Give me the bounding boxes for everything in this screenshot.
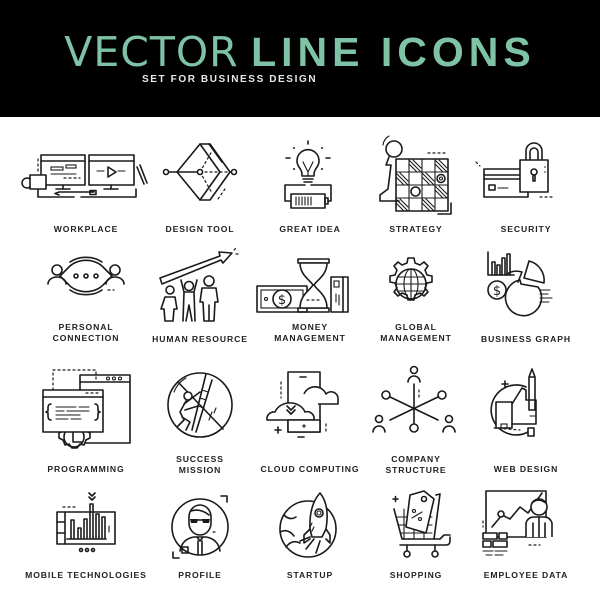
global-management-icon xyxy=(389,257,433,301)
mobile-technologies-icon xyxy=(56,492,116,553)
startup-icon xyxy=(279,492,337,558)
icon-label: SECURITY xyxy=(500,224,552,234)
banner-title: VECTOR LINE ICONS xyxy=(0,30,600,74)
great-idea-icon xyxy=(284,140,332,209)
label-line-1: PERSONAL xyxy=(58,322,114,332)
personal-connection-icon xyxy=(47,256,125,296)
shopping-icon xyxy=(392,490,451,558)
banner-subtitle: SET FOR BUSINESS DESIGN xyxy=(142,74,318,85)
svg-text:$: $ xyxy=(493,284,501,299)
label-line-1: GLOBAL xyxy=(395,322,437,332)
programming-icon xyxy=(42,369,131,449)
company-structure-icon xyxy=(372,365,456,433)
money-management-icon: $ xyxy=(256,258,349,313)
security-icon xyxy=(475,142,555,198)
icon-label: WEB DESIGN xyxy=(493,464,559,474)
banner-header: VECTOR LINE ICONS SET FOR BUSINESS DESIG… xyxy=(0,0,600,117)
employee-data-icon xyxy=(482,490,553,556)
workplace-icon xyxy=(21,154,148,198)
title-light: VECTOR xyxy=(64,28,239,76)
profile-icon xyxy=(171,495,229,559)
icon-label: BUSINESS GRAPH xyxy=(481,334,571,344)
web-design-icon xyxy=(490,368,537,437)
cloud-computing-icon xyxy=(266,371,339,438)
success-mission-icon xyxy=(167,372,233,438)
icon-label: EMPLOYEE DATA xyxy=(483,570,569,580)
title-bold: LINE ICONS xyxy=(251,29,536,75)
design-tool-icon xyxy=(162,143,238,201)
svg-text:$: $ xyxy=(278,293,286,308)
strategy-icon xyxy=(379,135,452,215)
business-graph-icon: $ xyxy=(487,251,553,317)
icon-grid: WORKPLACE DESIGN TOOL GREAT IDEA STRATEG… xyxy=(0,117,600,600)
human-resource-icon xyxy=(159,246,240,322)
